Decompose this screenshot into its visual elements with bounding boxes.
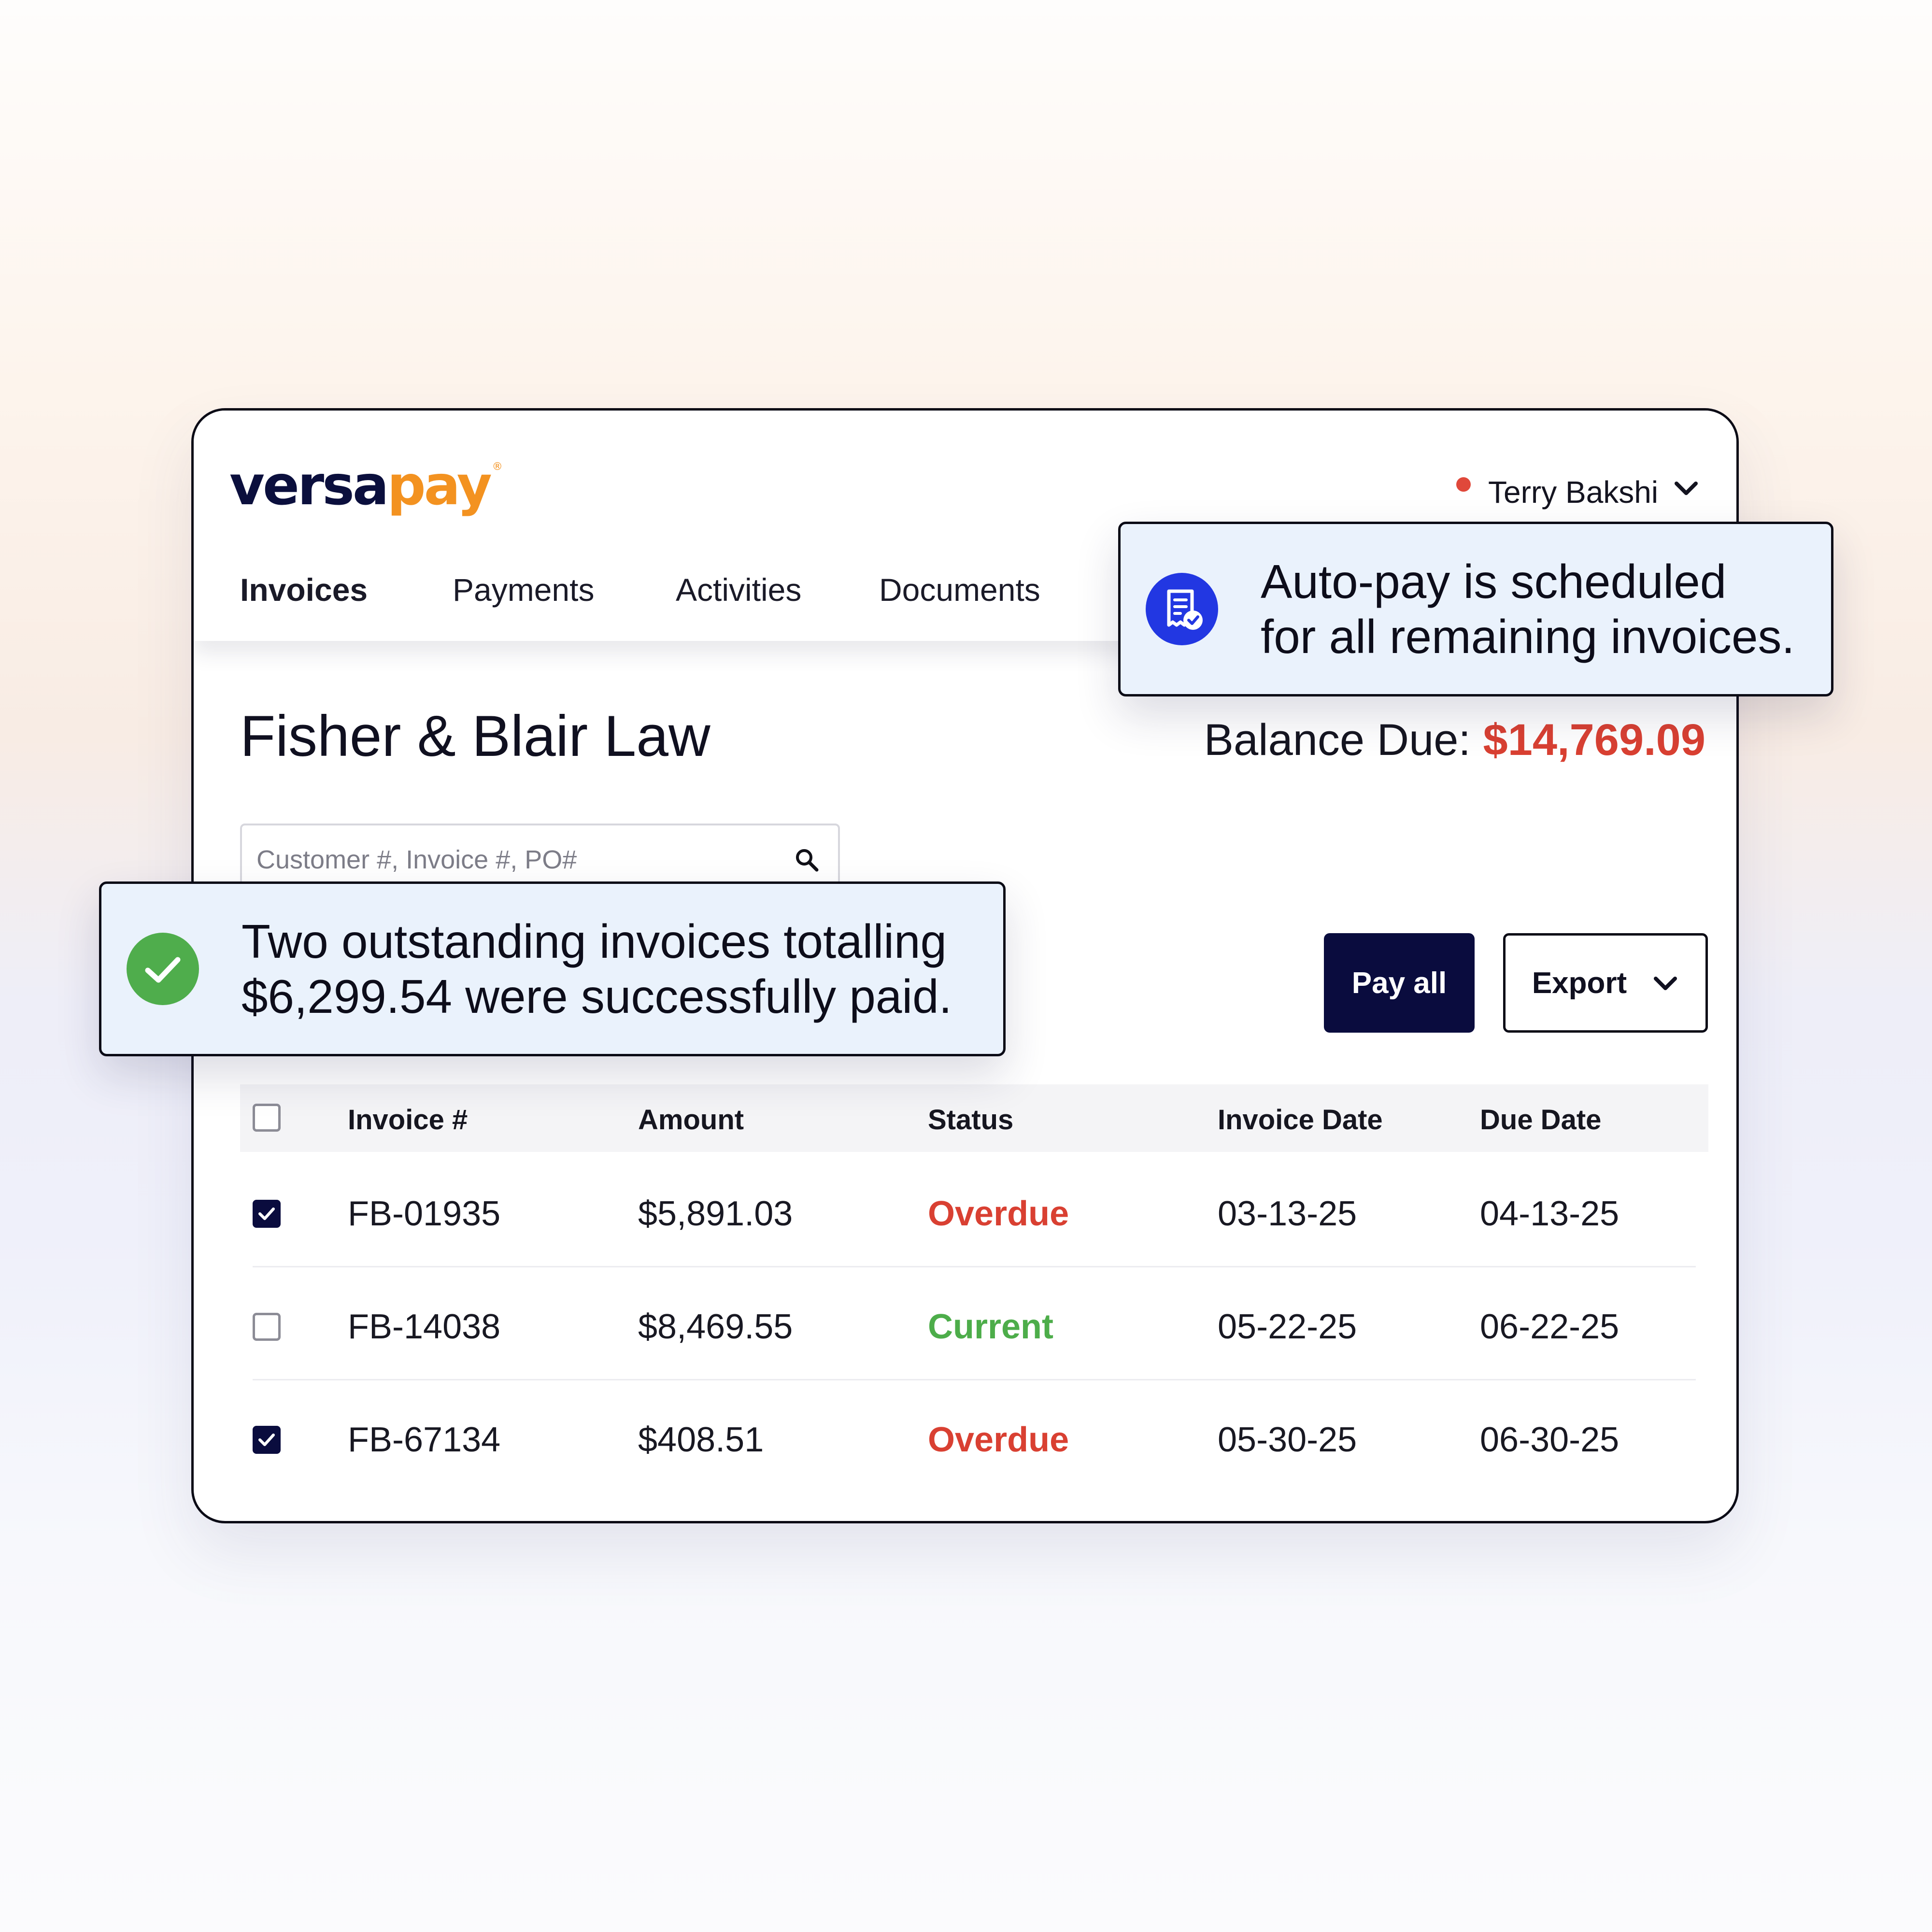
due-date: 06-22-25 (1480, 1307, 1619, 1346)
user-menu[interactable]: Terry Bakshi (1456, 474, 1700, 510)
check-circle-icon (127, 933, 199, 1005)
invoice-number[interactable]: FB-67134 (348, 1420, 500, 1460)
column-header-invoice[interactable]: Invoice # (348, 1104, 468, 1136)
user-status-dot (1456, 477, 1471, 492)
invoice-amount: $408.51 (638, 1421, 764, 1459)
search-input[interactable] (256, 845, 764, 875)
status-badge: Overdue (928, 1421, 1069, 1459)
tab-payments[interactable]: Payments (453, 571, 594, 608)
invoice-number[interactable]: FB-01935 (348, 1194, 500, 1234)
balance-label: Balance Due: (1204, 715, 1471, 765)
search-icon[interactable] (794, 847, 821, 876)
column-header-due-date[interactable]: Due Date (1480, 1104, 1601, 1136)
balance-amount: $14,769.09 (1483, 715, 1705, 765)
page-title: Fisher & Blair Law (240, 704, 710, 768)
table-row[interactable]: FB-67134 $408.51 Overdue 05-30-25 06-30-… (240, 1380, 1708, 1493)
invoice-date: 03-13-25 (1218, 1194, 1357, 1233)
due-date: 04-13-25 (1480, 1194, 1619, 1233)
due-date: 06-30-25 (1480, 1421, 1619, 1459)
invoice-date: 05-22-25 (1218, 1307, 1357, 1346)
invoice-amount: $5,891.03 (638, 1194, 793, 1233)
receipt-check-icon (1146, 573, 1218, 645)
autopay-notification: Auto-pay is scheduled for all remaining … (1118, 522, 1833, 696)
table-row[interactable]: FB-14038 $8,469.55 Current 05-22-25 06-2… (240, 1267, 1708, 1380)
column-header-invoice-date[interactable]: Invoice Date (1218, 1104, 1383, 1136)
column-header-amount[interactable]: Amount (638, 1104, 744, 1136)
invoice-amount: $8,469.55 (638, 1307, 793, 1346)
tab-invoices[interactable]: Invoices (240, 571, 368, 608)
select-all-checkbox[interactable] (253, 1104, 281, 1132)
autopay-message: Auto-pay is scheduled for all remaining … (1261, 555, 1795, 663)
pay-all-button[interactable]: Pay all (1324, 933, 1475, 1033)
versapay-logo[interactable]: versapay ® (229, 459, 503, 513)
row-checkbox[interactable] (253, 1426, 281, 1454)
tab-activities[interactable]: Activities (676, 571, 801, 608)
payment-success-notification: Two outstanding invoices totalling $6,29… (99, 881, 1006, 1056)
balance-due: Balance Due: $14,769.09 (1204, 715, 1705, 766)
status-badge: Overdue (928, 1194, 1069, 1233)
row-checkbox[interactable] (253, 1200, 281, 1228)
tab-documents[interactable]: Documents (879, 571, 1040, 608)
column-header-status[interactable]: Status (928, 1104, 1013, 1136)
row-checkbox[interactable] (253, 1313, 281, 1341)
invoice-date: 05-30-25 (1218, 1421, 1357, 1459)
payment-success-message: Two outstanding invoices totalling $6,29… (242, 915, 952, 1023)
invoice-number[interactable]: FB-14038 (348, 1307, 500, 1347)
user-name: Terry Bakshi (1488, 475, 1659, 510)
table-row[interactable]: FB-01935 $5,891.03 Overdue 03-13-25 04-1… (240, 1154, 1708, 1267)
export-button[interactable]: Export (1503, 933, 1708, 1033)
chevron-down-icon (1673, 479, 1700, 500)
table-header: Invoice # Amount Status Invoice Date Due… (240, 1084, 1708, 1152)
status-badge: Current (928, 1307, 1054, 1346)
chevron-down-icon (1652, 966, 1679, 1000)
